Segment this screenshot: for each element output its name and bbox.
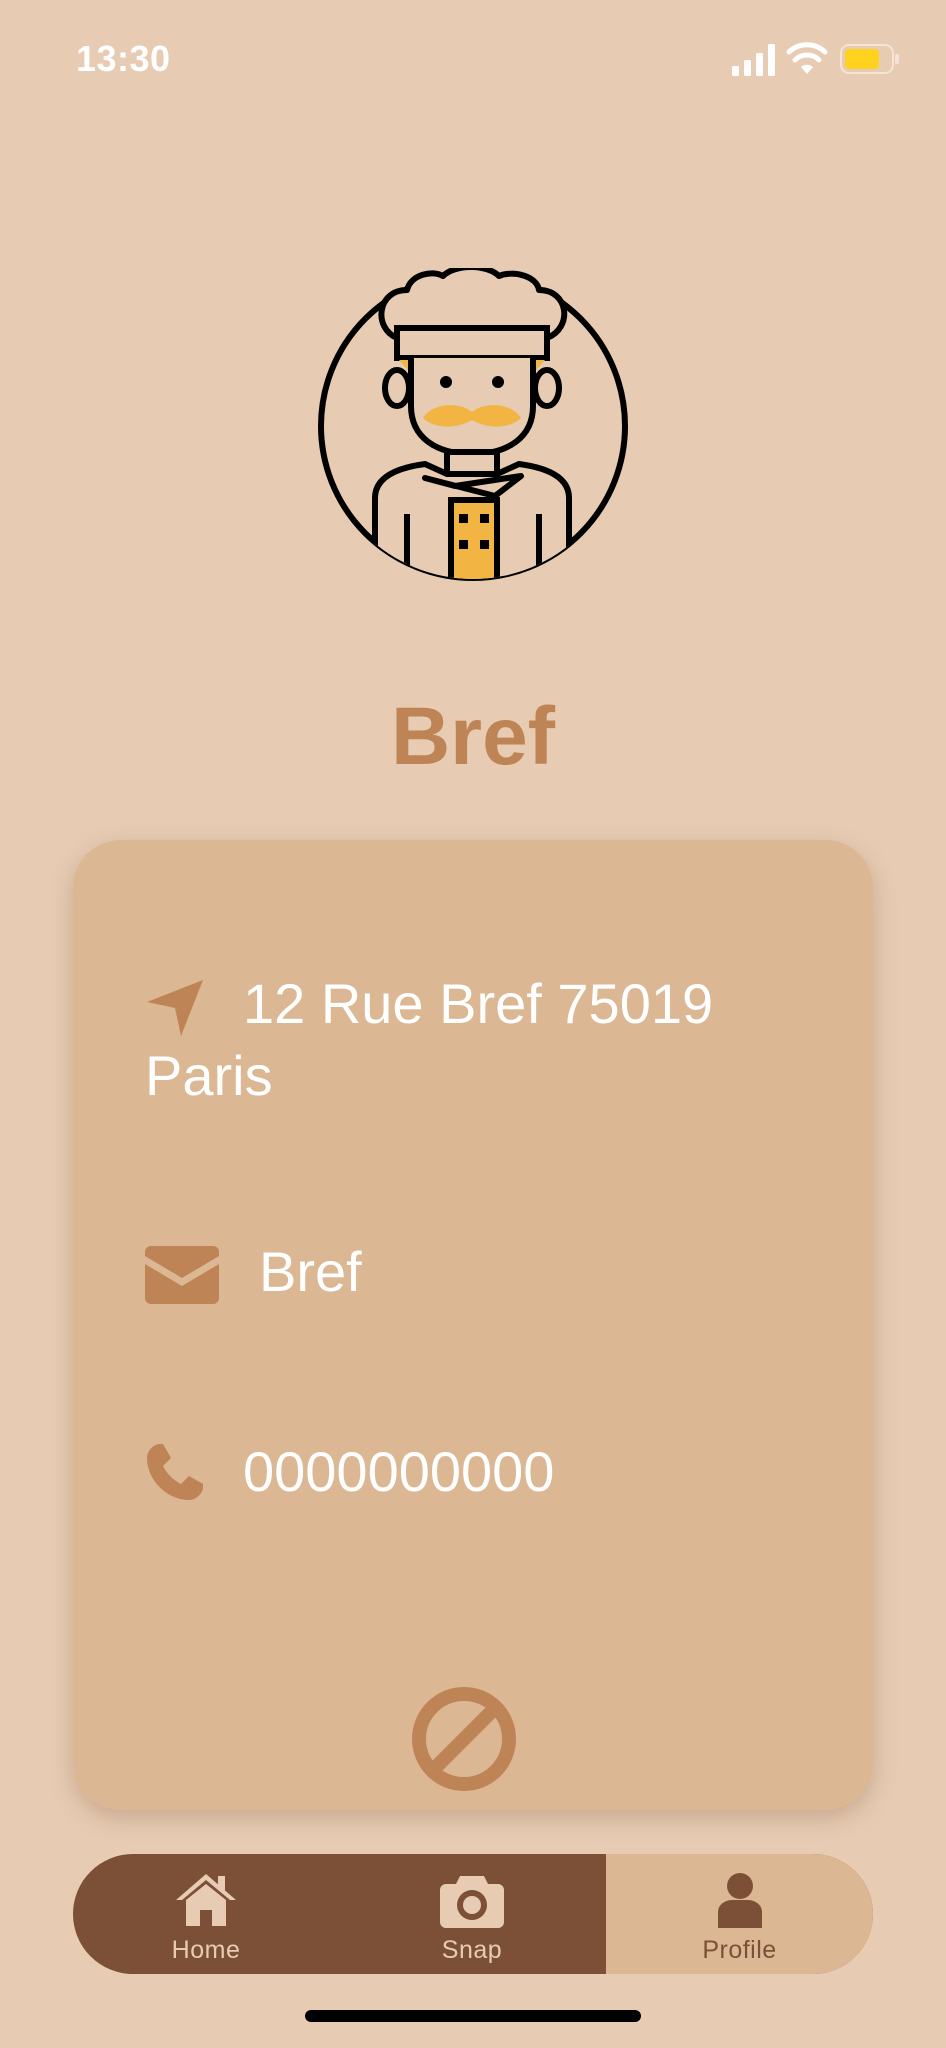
address-text: 12 Rue Bref 75019 Paris bbox=[145, 972, 714, 1107]
envelope-icon bbox=[145, 1246, 219, 1304]
battery-icon bbox=[840, 44, 899, 74]
location-arrow-icon bbox=[147, 980, 203, 1036]
tab-bar: Home Snap Profile bbox=[73, 1854, 873, 1974]
email-row[interactable]: Bref bbox=[145, 1236, 362, 1308]
phone-icon bbox=[147, 1444, 203, 1500]
status-bar: 13:30 bbox=[0, 0, 946, 120]
phone-text: 0000000000 bbox=[243, 1440, 555, 1503]
tab-snap[interactable]: Snap bbox=[339, 1854, 605, 1974]
status-time: 13:30 bbox=[76, 38, 171, 79]
tab-home[interactable]: Home bbox=[73, 1854, 339, 1974]
block-icon[interactable] bbox=[411, 1686, 517, 1792]
tab-profile[interactable]: Profile bbox=[606, 1854, 873, 1974]
phone-row[interactable]: 0000000000 bbox=[145, 1436, 554, 1508]
tab-home-label: Home bbox=[171, 1936, 241, 1964]
signal-icon bbox=[732, 44, 775, 76]
address-row[interactable]: 12 Rue Bref 75019 Paris bbox=[145, 968, 785, 1112]
wifi-icon bbox=[786, 42, 828, 74]
home-indicator bbox=[305, 2010, 641, 2022]
info-card: 12 Rue Bref 75019 Paris Bref 0000000000 bbox=[73, 840, 873, 1810]
camera-icon bbox=[440, 1876, 504, 1928]
chef-avatar-icon bbox=[318, 268, 628, 581]
tab-snap-label: Snap bbox=[441, 1936, 503, 1964]
tab-profile-label: Profile bbox=[702, 1936, 777, 1964]
home-icon bbox=[176, 1874, 236, 1926]
user-icon bbox=[717, 1873, 762, 1928]
profile-name: Bref bbox=[390, 691, 556, 782]
